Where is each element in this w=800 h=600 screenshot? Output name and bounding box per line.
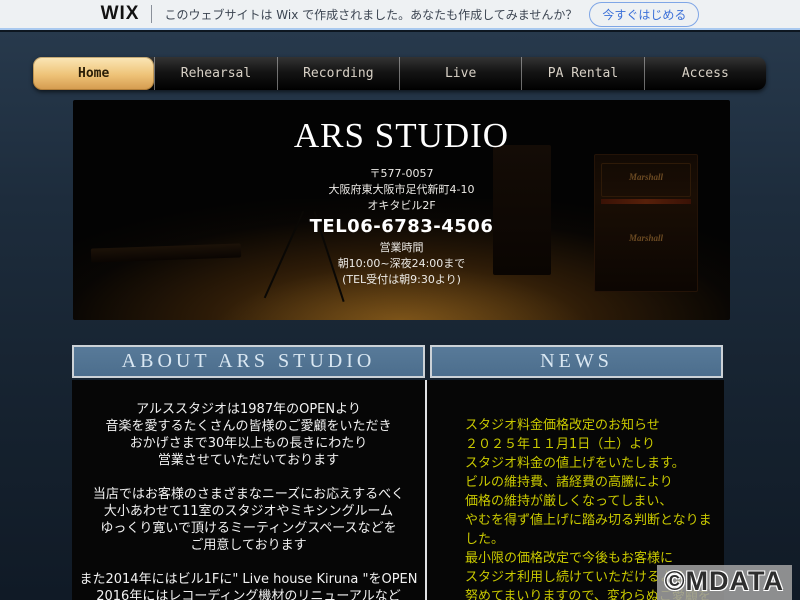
postal-code: 〒577-0057 xyxy=(73,166,730,182)
about-section-heading: ABOUT ARS STUDIO xyxy=(72,345,425,378)
page-background: Home Rehearsal Recording Live PA Rental … xyxy=(0,32,800,600)
nav-item-live[interactable]: Live xyxy=(399,57,521,90)
hero-stage-photo: Marshall Marshall ARS STUDIO 〒577-0057 大… xyxy=(73,100,730,320)
studio-title: ARS STUDIO xyxy=(73,116,730,156)
wix-logo[interactable]: WIX xyxy=(101,3,140,25)
about-paragraph: 当店ではお客様のさまざまなニーズにお応えするべく 大小あわせて11室のスタジオや… xyxy=(72,486,425,554)
banner-divider xyxy=(151,5,152,23)
tel-reception-note: (TEL受付は朝9:30より) xyxy=(73,272,730,288)
wix-banner: WIX このウェブサイトは Wix で作成されました。あなたも作成してみませんか… xyxy=(0,0,800,30)
phone-number: TEL06-6783-4506 xyxy=(73,214,730,240)
nav-item-access[interactable]: Access xyxy=(644,57,766,90)
hours-label: 営業時間 xyxy=(73,240,730,256)
main-nav: Home Rehearsal Recording Live PA Rental … xyxy=(33,57,766,90)
about-section-body: アルススタジオは1987年のOPENより 音楽を愛するたくさんの皆様のご愛顧をい… xyxy=(72,380,425,600)
nav-item-home[interactable]: Home xyxy=(33,57,154,90)
about-paragraph: アルススタジオは1987年のOPENより 音楽を愛するたくさんの皆様のご愛顧をい… xyxy=(72,401,425,469)
nav-item-recording[interactable]: Recording xyxy=(277,57,399,90)
news-section-heading: NEWS xyxy=(430,345,723,378)
wix-get-started-button[interactable]: 今すぐはじめる xyxy=(589,2,699,27)
address-line: 大阪府東大阪市足代新町4-10 xyxy=(73,182,730,198)
studio-contact-info: 〒577-0057 大阪府東大阪市足代新町4-10 オキタビル2F TEL06-… xyxy=(73,166,730,288)
about-paragraph: また2014年にはビル1Fに" Live house Kiruna "をOPEN… xyxy=(72,571,425,600)
about-text: アルススタジオは1987年のOPENより 音楽を愛するたくさんの皆様のご愛顧をい… xyxy=(72,380,425,600)
nav-item-rehearsal[interactable]: Rehearsal xyxy=(154,57,276,90)
building-line: オキタビル2F xyxy=(73,198,730,214)
nav-item-pa-rental[interactable]: PA Rental xyxy=(521,57,643,90)
hours-value: 朝10:00~深夜24:00まで xyxy=(73,256,730,272)
wix-banner-message: このウェブサイトは Wix で作成されました。あなたも作成してみませんか？ xyxy=(164,6,577,23)
mdata-watermark: ©MDATA xyxy=(657,565,792,600)
